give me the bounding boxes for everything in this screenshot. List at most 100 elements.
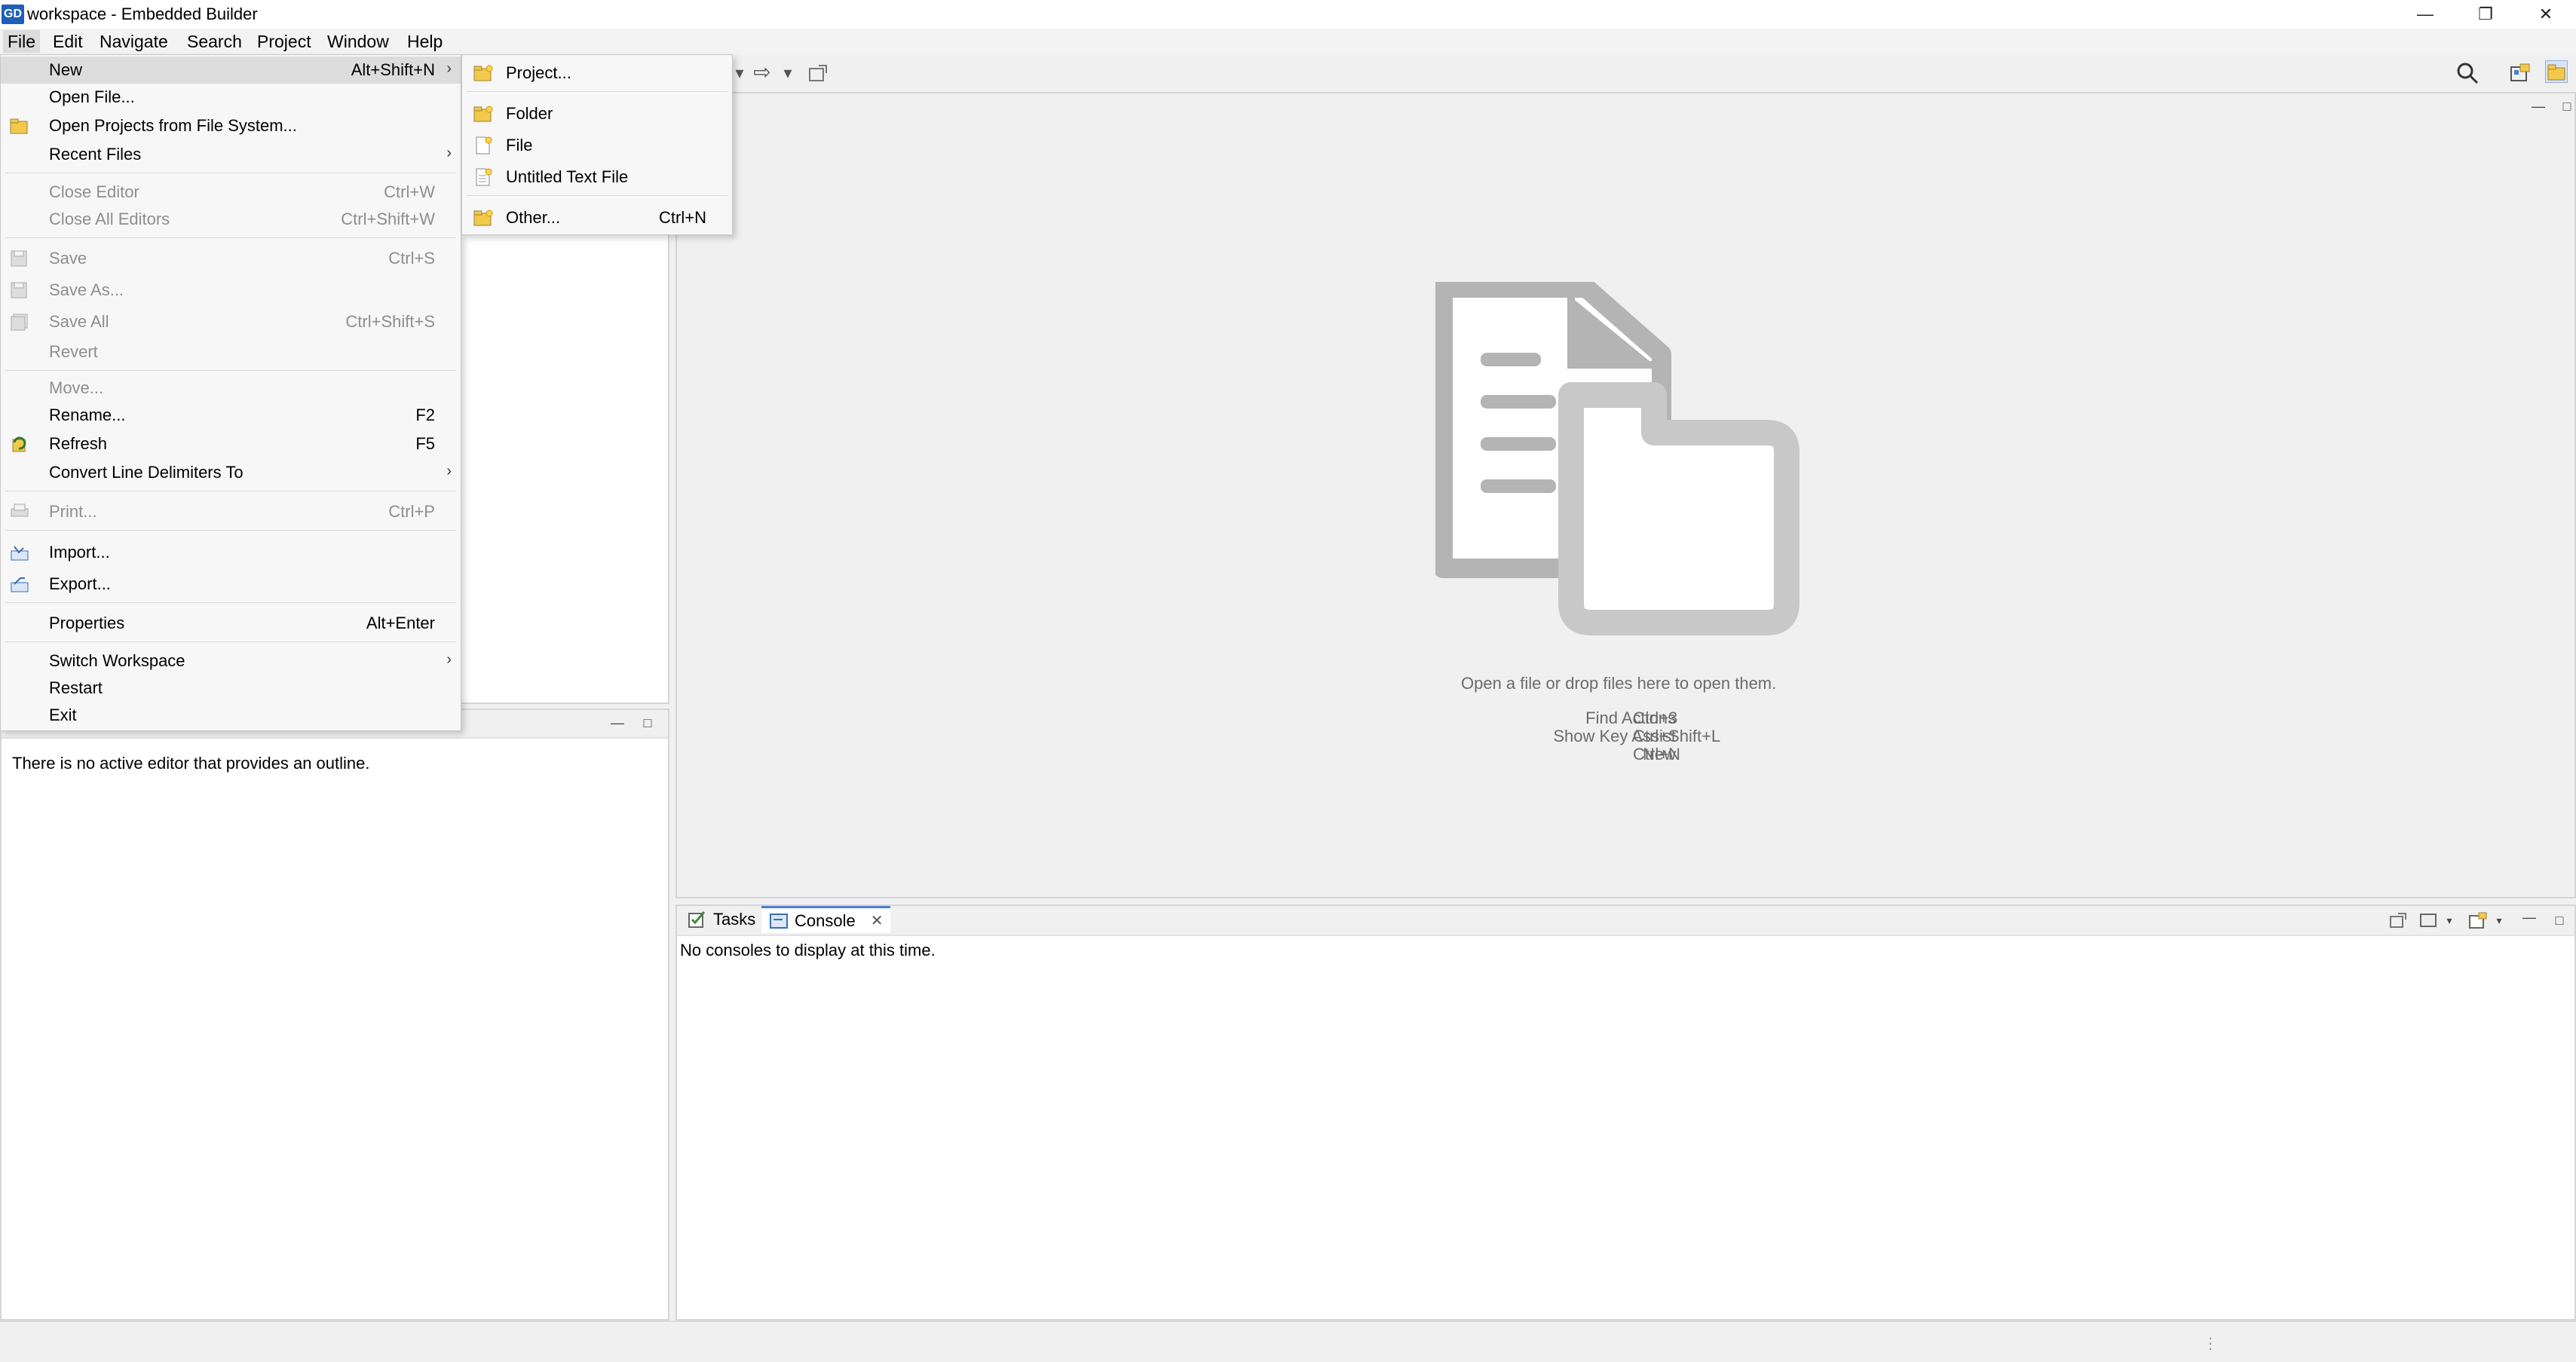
save-all-icon — [11, 314, 28, 331]
submenu-item-other[interactable]: Other... Ctrl+N — [462, 203, 732, 233]
tab-tasks[interactable]: Tasks — [680, 906, 763, 933]
menu-separator — [467, 91, 727, 92]
menu-item-properties-accel: Alt+Enter — [366, 614, 435, 632]
submenu-arrow-icon: › — [446, 651, 452, 668]
window-title: workspace - Embedded Builder — [27, 5, 258, 23]
menu-item-print[interactable]: Print... Ctrl+P — [1, 498, 461, 525]
menu-project[interactable]: Project — [253, 30, 316, 53]
menu-separator — [5, 602, 456, 603]
status-drag-handle-icon[interactable]: ⋮ — [2203, 1334, 2218, 1353]
search-icon[interactable] — [2456, 62, 2479, 84]
menu-item-save-all[interactable]: Save All Ctrl+Shift+S — [1, 308, 461, 335]
menu-item-print-label: Print... — [49, 502, 97, 521]
shortcut-key-new: Ctrl+N — [1633, 745, 1680, 764]
menu-item-convert-line-delimiters[interactable]: Convert Line Delimiters To › — [1, 459, 461, 486]
new-text-file-icon — [476, 168, 492, 186]
submenu-item-folder[interactable]: Folder — [462, 99, 732, 129]
menu-item-import[interactable]: Import... — [1, 539, 461, 566]
tab-console[interactable]: Console ✕ — [761, 906, 891, 933]
title-bar: GD workspace - Embedded Builder — ❐ ✕ — [0, 0, 2576, 29]
menu-item-switch-workspace[interactable]: Switch Workspace › — [1, 647, 461, 675]
minimize-panel-icon[interactable]: — — [608, 713, 627, 733]
shortcut-key-key-assist: Ctrl+Shift+L — [1633, 727, 1721, 745]
submenu-item-file[interactable]: File — [462, 130, 732, 161]
import-icon — [11, 546, 29, 561]
menu-item-new-accel: Alt+Shift+N — [351, 60, 435, 79]
open-console-icon[interactable] — [2468, 911, 2488, 930]
menu-item-save-all-accel: Ctrl+Shift+S — [345, 312, 435, 331]
open-perspective-icon[interactable] — [2509, 62, 2532, 84]
maximize-console-icon[interactable]: □ — [2550, 911, 2569, 930]
shortcut-key-find-actions: Ctrl+3 — [1633, 709, 1678, 727]
submenu-item-untitled-text-file[interactable]: Untitled Text File — [462, 162, 732, 192]
menu-item-save-as-label: Save As... — [49, 280, 124, 299]
menu-item-recent-files[interactable]: Recent Files › — [1, 141, 461, 168]
forward-dropdown-icon[interactable]: ▾ — [776, 62, 799, 84]
display-console-dropdown-icon[interactable]: ▾ — [2440, 911, 2459, 930]
restore-icon: ❐ — [2478, 5, 2493, 23]
menu-item-close-all-label: Close All Editors — [49, 210, 170, 228]
menu-window[interactable]: Window — [323, 30, 394, 53]
new-other-icon — [473, 210, 493, 226]
menu-item-convert-label: Convert Line Delimiters To — [49, 463, 244, 482]
menu-item-print-accel: Ctrl+P — [388, 502, 435, 521]
close-icon: ✕ — [2538, 5, 2553, 23]
menu-item-move[interactable]: Move... — [1, 375, 461, 402]
menu-item-switch-workspace-label: Switch Workspace — [49, 651, 185, 670]
menu-item-open-projects-label: Open Projects from File System... — [49, 116, 297, 135]
resource-perspective-icon[interactable] — [2545, 60, 2568, 83]
pin-editor-icon[interactable] — [807, 62, 829, 84]
submenu-item-project[interactable]: Project... — [462, 58, 732, 88]
menu-item-open-file-label: Open File... — [49, 87, 135, 106]
save-as-icon — [11, 282, 27, 298]
menu-item-export[interactable]: Export... — [1, 571, 461, 598]
menu-item-new[interactable]: New Alt+Shift+N › — [1, 57, 461, 84]
menu-item-exit[interactable]: Exit — [1, 702, 461, 729]
menu-help[interactable]: Help — [403, 30, 447, 53]
menu-separator — [5, 641, 456, 642]
menu-item-close-editor[interactable]: Close Editor Ctrl+W — [1, 179, 461, 206]
outline-message: There is no active editor that provides … — [12, 754, 370, 773]
open-console-dropdown-icon[interactable]: ▾ — [2489, 911, 2509, 930]
pin-console-icon[interactable] — [2388, 911, 2408, 930]
maximize-editor-icon[interactable]: □ — [2557, 96, 2576, 116]
menu-item-exit-label: Exit — [49, 705, 77, 724]
menu-item-rename-label: Rename... — [49, 406, 126, 424]
menu-item-recent-files-label: Recent Files — [49, 145, 142, 164]
editor-area[interactable]: Open a file or drop files here to open t… — [675, 122, 2576, 898]
menu-navigate[interactable]: Navigate — [95, 30, 173, 53]
menu-item-refresh-label: Refresh — [49, 434, 108, 453]
menu-item-open-file[interactable]: Open File... — [1, 84, 461, 111]
menu-item-save-all-label: Save All — [49, 312, 109, 331]
menu-item-restart[interactable]: Restart — [1, 675, 461, 702]
menu-item-close-all-editors[interactable]: Close All Editors Ctrl+Shift+W — [1, 206, 461, 233]
tab-tasks-label: Tasks — [713, 910, 756, 929]
menu-item-close-editor-label: Close Editor — [49, 182, 139, 201]
menu-item-save-as[interactable]: Save As... — [1, 277, 461, 304]
forward-arrow-icon[interactable]: ⇨ — [751, 60, 773, 84]
menu-item-new-label: New — [49, 60, 83, 79]
submenu-item-untitled-text-file-label: Untitled Text File — [506, 167, 629, 186]
minimize-editor-icon[interactable]: — — [2529, 96, 2548, 116]
editor-tab-strip: — □ — [675, 92, 2576, 124]
close-window-button[interactable]: ✕ — [2516, 0, 2576, 29]
submenu-arrow-icon: › — [446, 60, 452, 77]
menu-search[interactable]: Search — [182, 30, 247, 53]
minimize-console-icon[interactable]: — — [2519, 907, 2539, 927]
new-project-icon — [473, 65, 493, 81]
menu-edit[interactable]: Edit — [48, 30, 87, 53]
menu-item-properties[interactable]: Properties Alt+Enter — [1, 610, 461, 637]
menu-item-refresh[interactable]: Refresh F5 — [1, 430, 461, 458]
menu-item-save[interactable]: Save Ctrl+S — [1, 245, 461, 272]
display-console-icon[interactable] — [2418, 911, 2438, 930]
menu-item-open-projects[interactable]: Open Projects from File System... — [1, 112, 461, 139]
menu-file[interactable]: File — [3, 30, 41, 53]
status-bar: ⋮ — [0, 1321, 2576, 1362]
maximize-panel-icon[interactable]: □ — [638, 713, 657, 733]
menu-item-rename[interactable]: Rename... F2 — [1, 402, 461, 429]
menu-item-close-all-accel: Ctrl+Shift+W — [341, 210, 435, 228]
restore-button[interactable]: ❐ — [2455, 0, 2516, 29]
close-tab-icon[interactable]: ✕ — [871, 911, 884, 930]
menu-item-revert[interactable]: Revert — [1, 338, 461, 366]
minimize-button[interactable]: — — [2395, 0, 2455, 29]
